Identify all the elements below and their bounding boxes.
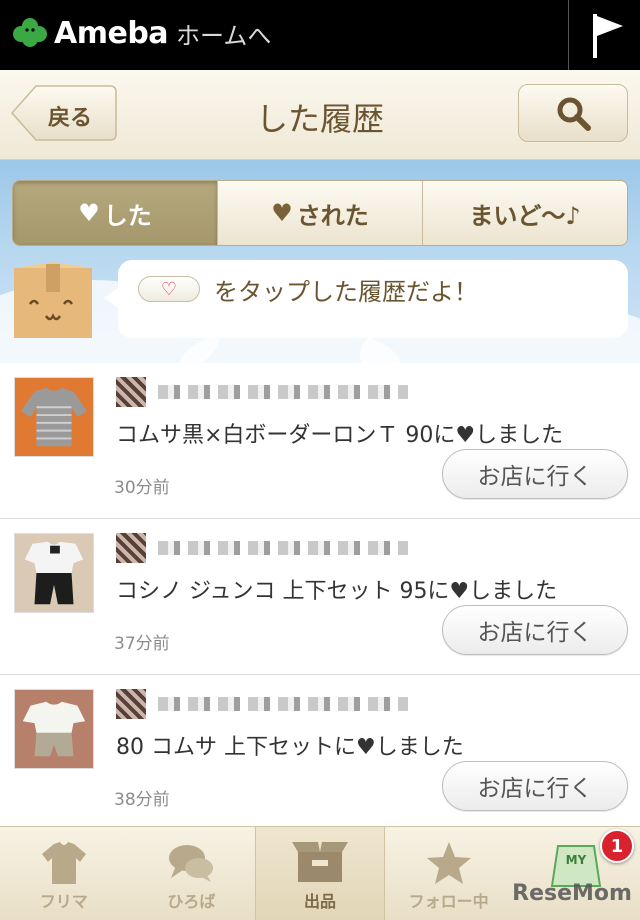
shirt-icon [41, 842, 86, 884]
heart-outline-icon: ♡ [160, 279, 178, 300]
search-button[interactable] [518, 84, 628, 142]
item-timestamp: 30分前 [114, 478, 170, 498]
avatar[interactable] [116, 377, 146, 407]
go-to-shop-button[interactable]: お店に行く [442, 761, 628, 811]
tab-label: フォロー中 [408, 892, 489, 911]
nav-bar: 戻る した履歴 [0, 70, 640, 160]
home-link-label: ホームへ [176, 21, 272, 50]
tab-label: ひろば [167, 892, 216, 911]
tab-received[interactable]: ♥ された [217, 181, 422, 245]
box-icon [291, 842, 348, 882]
heart-icon: ♥ [78, 199, 100, 227]
ameba-home-link[interactable]: Ameba ホームへ [12, 15, 271, 51]
flag-icon [593, 14, 623, 58]
tab-label: 出品 [303, 892, 336, 911]
product-thumbnail[interactable] [14, 533, 94, 613]
product-thumbnail[interactable] [14, 377, 94, 457]
heart-icon: ♥ [271, 199, 293, 227]
hint-message: をタップした履歴だよ！ [214, 278, 478, 306]
history-header: ♥ した ♥ された まいど〜♪ ♡ をタップした履歴だよ！ [0, 160, 640, 363]
tab-flea-market[interactable]: フリマ [0, 827, 128, 920]
user-info [116, 377, 408, 407]
tab-did-label: した [103, 201, 152, 230]
search-icon [557, 97, 591, 131]
avatar[interactable] [116, 533, 146, 563]
product-thumbnail[interactable] [14, 689, 94, 769]
user-name-pixelated [158, 385, 408, 399]
watermark-logo: ReseMom [512, 881, 632, 906]
user-name-pixelated [158, 541, 408, 555]
item-description: 80 コムサ 上下セットに♥しました [116, 735, 464, 760]
history-segmented-control: ♥ した ♥ された まいど〜♪ [12, 180, 628, 246]
list-item[interactable]: 80 コムサ 上下セットに♥しました 38分前 お店に行く [0, 675, 640, 831]
tab-plaza[interactable]: ひろば [128, 827, 256, 920]
history-list: コムサ黒×白ボーダーロンＴ 90に♥しました 30分前 お店に行く コシノ ジュ… [0, 363, 640, 831]
tab-label: フリマ [39, 892, 88, 911]
bottom-tab-bar: フリマ ひろば 出品 フォロー中 MY 1 ReseMom [0, 826, 640, 920]
tab-listing[interactable]: 出品 [255, 827, 385, 920]
tab-my[interactable]: MY 1 ReseMom [512, 827, 640, 920]
tab-maido-label: まいど〜♪ [469, 201, 581, 230]
user-name-pixelated [158, 697, 408, 711]
tab-following[interactable]: フォロー中 [385, 827, 513, 920]
go-to-shop-button[interactable]: お店に行く [442, 605, 628, 655]
list-item[interactable]: コシノ ジュンコ 上下セット 95に♥しました 37分前 お店に行く [0, 519, 640, 675]
star-icon [426, 842, 471, 884]
my-sign-text: MY [566, 853, 587, 867]
tab-received-label: された [296, 201, 369, 230]
user-info [116, 533, 408, 563]
heart-button-sample: ♡ [138, 276, 200, 302]
item-description: コシノ ジュンコ 上下セット 95に♥しました [116, 579, 558, 604]
brand-name: Ameba [54, 15, 169, 51]
item-timestamp: 37分前 [114, 634, 170, 654]
flag-button[interactable] [568, 0, 640, 70]
avatar[interactable] [116, 689, 146, 719]
hint-bubble: ♡ をタップした履歴だよ！ [104, 260, 628, 338]
tab-did[interactable]: ♥ した [13, 181, 217, 245]
box-character-icon [14, 262, 92, 338]
user-info [116, 689, 408, 719]
list-item[interactable]: コムサ黒×白ボーダーロンＴ 90に♥しました 30分前 お店に行く [0, 363, 640, 519]
ameba-leaf-icon [13, 18, 47, 47]
tab-maido[interactable]: まいど〜♪ [422, 181, 627, 245]
top-bar: Ameba ホームへ [0, 0, 640, 70]
item-description: コムサ黒×白ボーダーロンＴ 90に♥しました [116, 423, 564, 448]
notification-badge: 1 [599, 829, 634, 863]
go-to-shop-button[interactable]: お店に行く [442, 449, 628, 499]
item-timestamp: 38分前 [114, 790, 170, 810]
chat-bubbles-icon [169, 845, 214, 882]
